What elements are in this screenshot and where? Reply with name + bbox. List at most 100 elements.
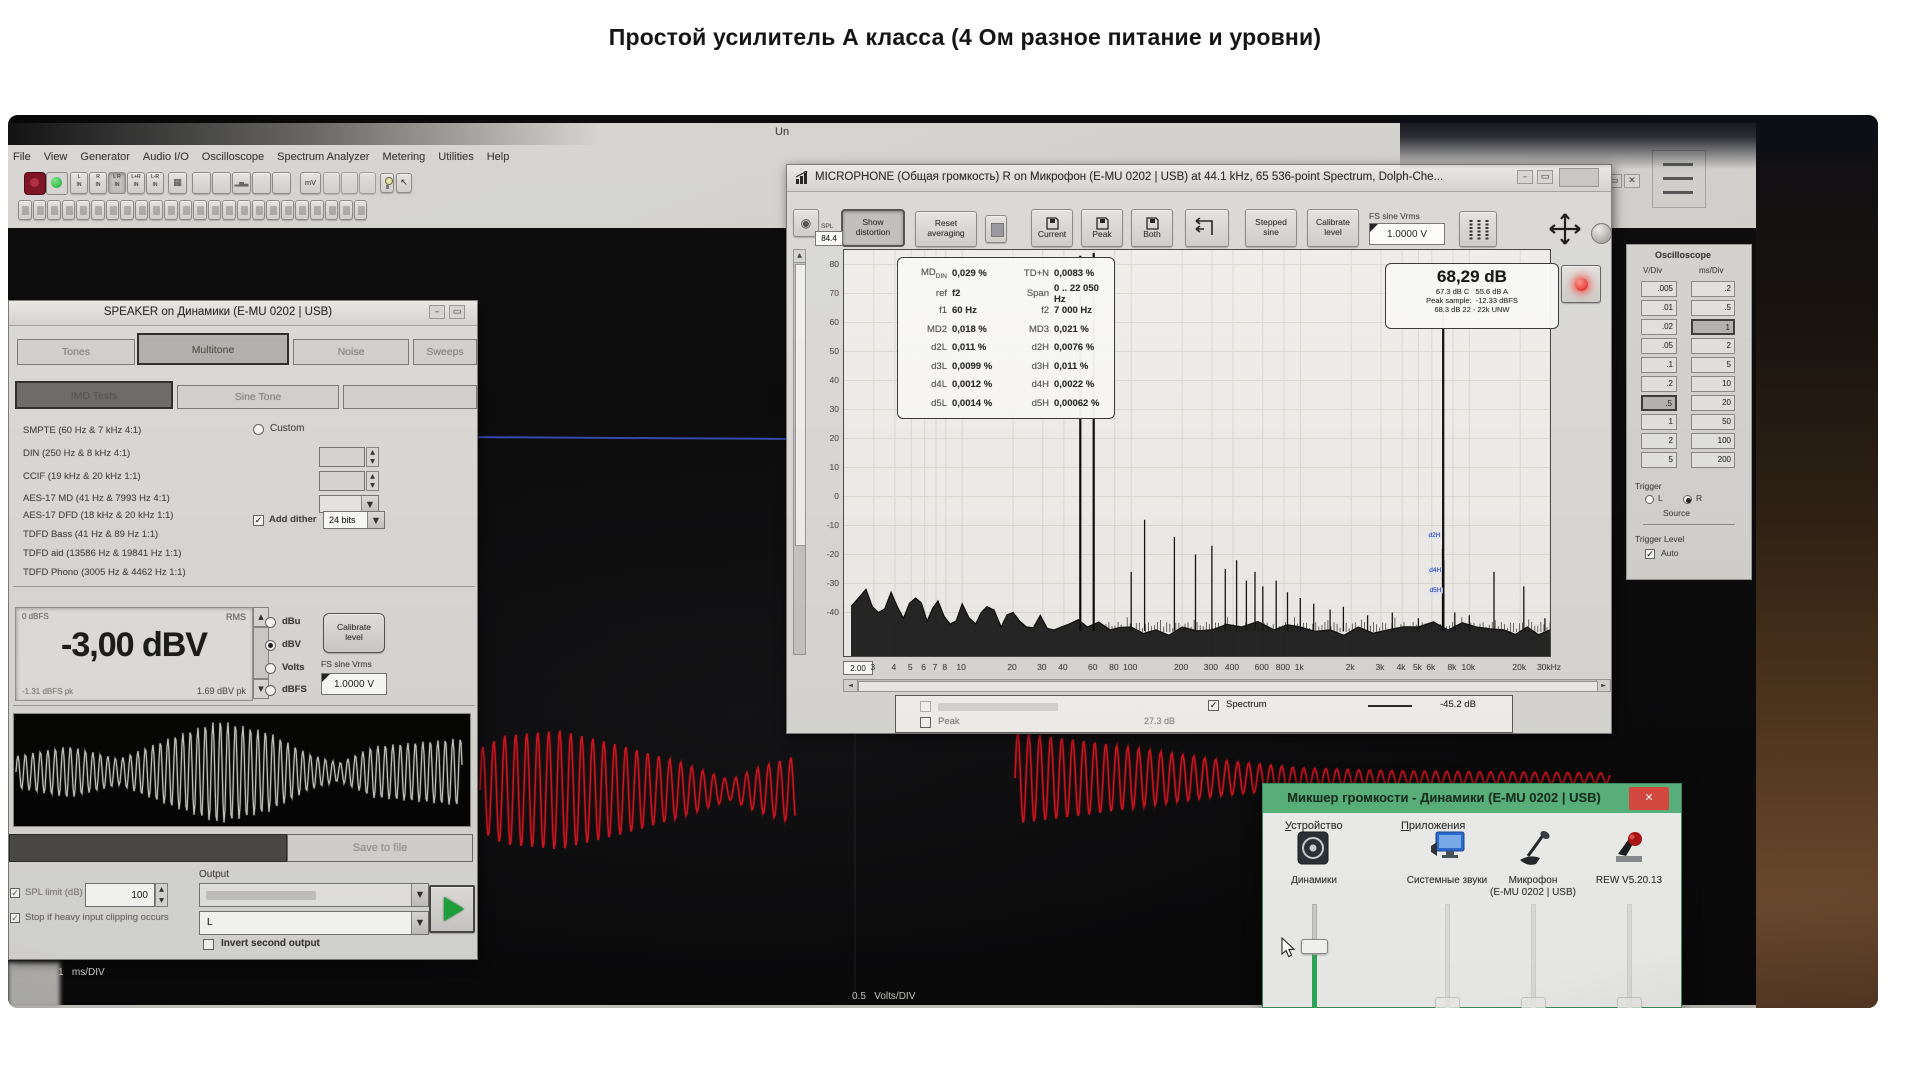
- record-button[interactable]: [1561, 265, 1601, 303]
- vdiv-option[interactable]: 1: [1641, 414, 1677, 430]
- spectrum-checkbox[interactable]: ✓: [1208, 700, 1219, 711]
- rew-icon[interactable]: [1610, 830, 1650, 870]
- menu-spectrum-analyzer[interactable]: Spectrum Analyzer: [277, 151, 369, 163]
- trigger-left-radio[interactable]: [1645, 495, 1654, 504]
- add-dither-checkbox[interactable]: ✓: [253, 515, 264, 526]
- loop-mode-button[interactable]: [1185, 209, 1229, 247]
- vdiv-option[interactable]: .5: [1641, 395, 1677, 411]
- volume-slider-track[interactable]: [1531, 904, 1536, 1008]
- play-button[interactable]: [429, 885, 475, 933]
- custom-radio[interactable]: [253, 424, 264, 435]
- mixer-titlebar[interactable]: Микшер громкости - Динамики (E-MU 0202 |…: [1263, 784, 1681, 813]
- imd-preset-item[interactable]: SMPTE (60 Hz & 7 kHz 4:1): [23, 425, 141, 436]
- preset-button[interactable]: [208, 200, 222, 220]
- input-select-LR-button[interactable]: L RIN: [108, 172, 126, 194]
- microphone-icon[interactable]: [1514, 830, 1554, 870]
- tab-noise[interactable]: Noise: [293, 339, 409, 365]
- auto-checkbox[interactable]: ✓: [1645, 549, 1655, 559]
- maximize-button[interactable]: ▭: [449, 305, 465, 319]
- input-select-LR-button[interactable]: L-RIN: [146, 172, 164, 194]
- preset-button[interactable]: [354, 200, 368, 220]
- play-progress-strip[interactable]: [9, 834, 287, 862]
- speaker-icon[interactable]: [1295, 830, 1335, 870]
- menu-view[interactable]: View: [44, 151, 68, 163]
- scroll-thumb[interactable]: [858, 681, 1598, 692]
- preset-button[interactable]: [295, 200, 309, 220]
- menu-audio-i-o[interactable]: Audio I/O: [143, 151, 189, 163]
- msdiv-option[interactable]: 200: [1691, 452, 1735, 468]
- preset-button[interactable]: [120, 200, 134, 220]
- imd-preset-item[interactable]: TDFD Phono (3005 Hz & 4462 Hz 1:1): [23, 567, 186, 578]
- msdiv-option[interactable]: 1: [1691, 319, 1735, 335]
- speaker-titlebar[interactable]: SPEAKER on Динамики (E-MU 0202 | USB) – …: [9, 301, 477, 326]
- preset-button[interactable]: [266, 200, 280, 220]
- preset-button[interactable]: [164, 200, 178, 220]
- input-select-R-button[interactable]: RIN: [89, 172, 107, 194]
- peak-checkbox[interactable]: [920, 717, 931, 728]
- msdiv-option[interactable]: 100: [1691, 433, 1735, 449]
- pan-arrows-icon[interactable]: [1547, 211, 1583, 247]
- stepped-sine-button[interactable]: Stepped sine: [1245, 209, 1297, 247]
- toolbar-button[interactable]: [341, 172, 358, 194]
- imd-preset-item[interactable]: DIN (250 Hz & 8 kHz 4:1): [23, 448, 130, 459]
- msdiv-option[interactable]: 10: [1691, 376, 1735, 392]
- system-sounds-icon[interactable]: [1428, 830, 1468, 870]
- imd-preset-item[interactable]: CCIF (19 kHz & 20 kHz 1:1): [23, 471, 141, 482]
- volume-slider-track[interactable]: [1445, 904, 1450, 1008]
- spl-spinner[interactable]: ▲▼: [155, 883, 168, 907]
- msdiv-option[interactable]: 2: [1691, 338, 1735, 354]
- msdiv-option[interactable]: 20: [1691, 395, 1735, 411]
- preset-button[interactable]: [33, 200, 47, 220]
- imd-preset-item[interactable]: TDFD Bass (41 Hz & 89 Hz 1:1): [23, 529, 158, 540]
- unit-radio-volts[interactable]: [265, 663, 276, 674]
- volume-slider-handle[interactable]: [1617, 997, 1642, 1008]
- fs-sine-input[interactable]: [321, 673, 387, 695]
- unit-radio-dbv[interactable]: [265, 640, 276, 651]
- toolbar-button[interactable]: [252, 172, 271, 194]
- output-device-dropdown[interactable]: ▼: [199, 883, 429, 907]
- msdiv-option[interactable]: .2: [1691, 281, 1735, 297]
- tab-sweeps[interactable]: Sweeps: [413, 339, 477, 365]
- menu-file[interactable]: File: [13, 151, 31, 163]
- trigger-right-radio[interactable]: [1683, 495, 1692, 504]
- chevron-down-icon[interactable]: ▼: [367, 512, 384, 528]
- preset-button[interactable]: [149, 200, 163, 220]
- msdiv-option[interactable]: .5: [1691, 300, 1735, 316]
- spinner-up-down[interactable]: ▲▼: [366, 471, 379, 491]
- unit-radio-dbu[interactable]: [265, 617, 276, 628]
- preset-button[interactable]: [62, 200, 76, 220]
- chevron-down-icon[interactable]: ▼: [411, 884, 428, 906]
- volume-slider-handle[interactable]: [1521, 997, 1546, 1008]
- bg-close-button[interactable]: ✕: [1624, 174, 1640, 188]
- meter-display-button[interactable]: [1459, 211, 1497, 247]
- dither-bits-dropdown[interactable]: 24 bits ▼: [323, 511, 385, 529]
- preset-button[interactable]: [252, 200, 266, 220]
- ratio-spinner-2[interactable]: [319, 471, 365, 491]
- scroll-thumb[interactable]: [795, 264, 806, 546]
- scroll-right-arrow[interactable]: ►: [1596, 680, 1610, 691]
- msdiv-option[interactable]: 5: [1691, 357, 1735, 373]
- spl-limit-input[interactable]: [85, 883, 155, 907]
- vdiv-option[interactable]: .1: [1641, 357, 1677, 373]
- minimize-button[interactable]: –: [1517, 170, 1533, 184]
- preset-button[interactable]: [310, 200, 324, 220]
- menu-oscilloscope[interactable]: Oscilloscope: [202, 151, 264, 163]
- pointer-button[interactable]: ↖: [396, 173, 412, 193]
- save-current-button[interactable]: Current: [1031, 209, 1073, 247]
- ratio-spinner-1[interactable]: [319, 447, 365, 467]
- close-button[interactable]: [1559, 168, 1599, 187]
- preset-button[interactable]: [47, 200, 61, 220]
- save-to-file-button[interactable]: Save to file: [287, 834, 473, 862]
- scroll-up-arrow[interactable]: ▲: [794, 250, 805, 263]
- spl-limit-checkbox[interactable]: ✓: [10, 888, 20, 898]
- vdiv-option[interactable]: .02: [1641, 319, 1677, 335]
- minimize-button[interactable]: –: [429, 305, 445, 319]
- unit-radio-dbfs[interactable]: [265, 685, 276, 696]
- reset-averaging-button[interactable]: Reset averaging: [915, 211, 977, 247]
- level-grid-button[interactable]: ▦: [168, 172, 187, 194]
- imd-preset-item[interactable]: AES-17 MD (41 Hz & 7993 Hz 4:1): [23, 493, 170, 504]
- toolbar-button[interactable]: [323, 172, 340, 194]
- volume-slider-handle[interactable]: [1301, 939, 1328, 954]
- preset-button[interactable]: [179, 200, 193, 220]
- stop-clipping-checkbox[interactable]: ✓: [10, 913, 20, 923]
